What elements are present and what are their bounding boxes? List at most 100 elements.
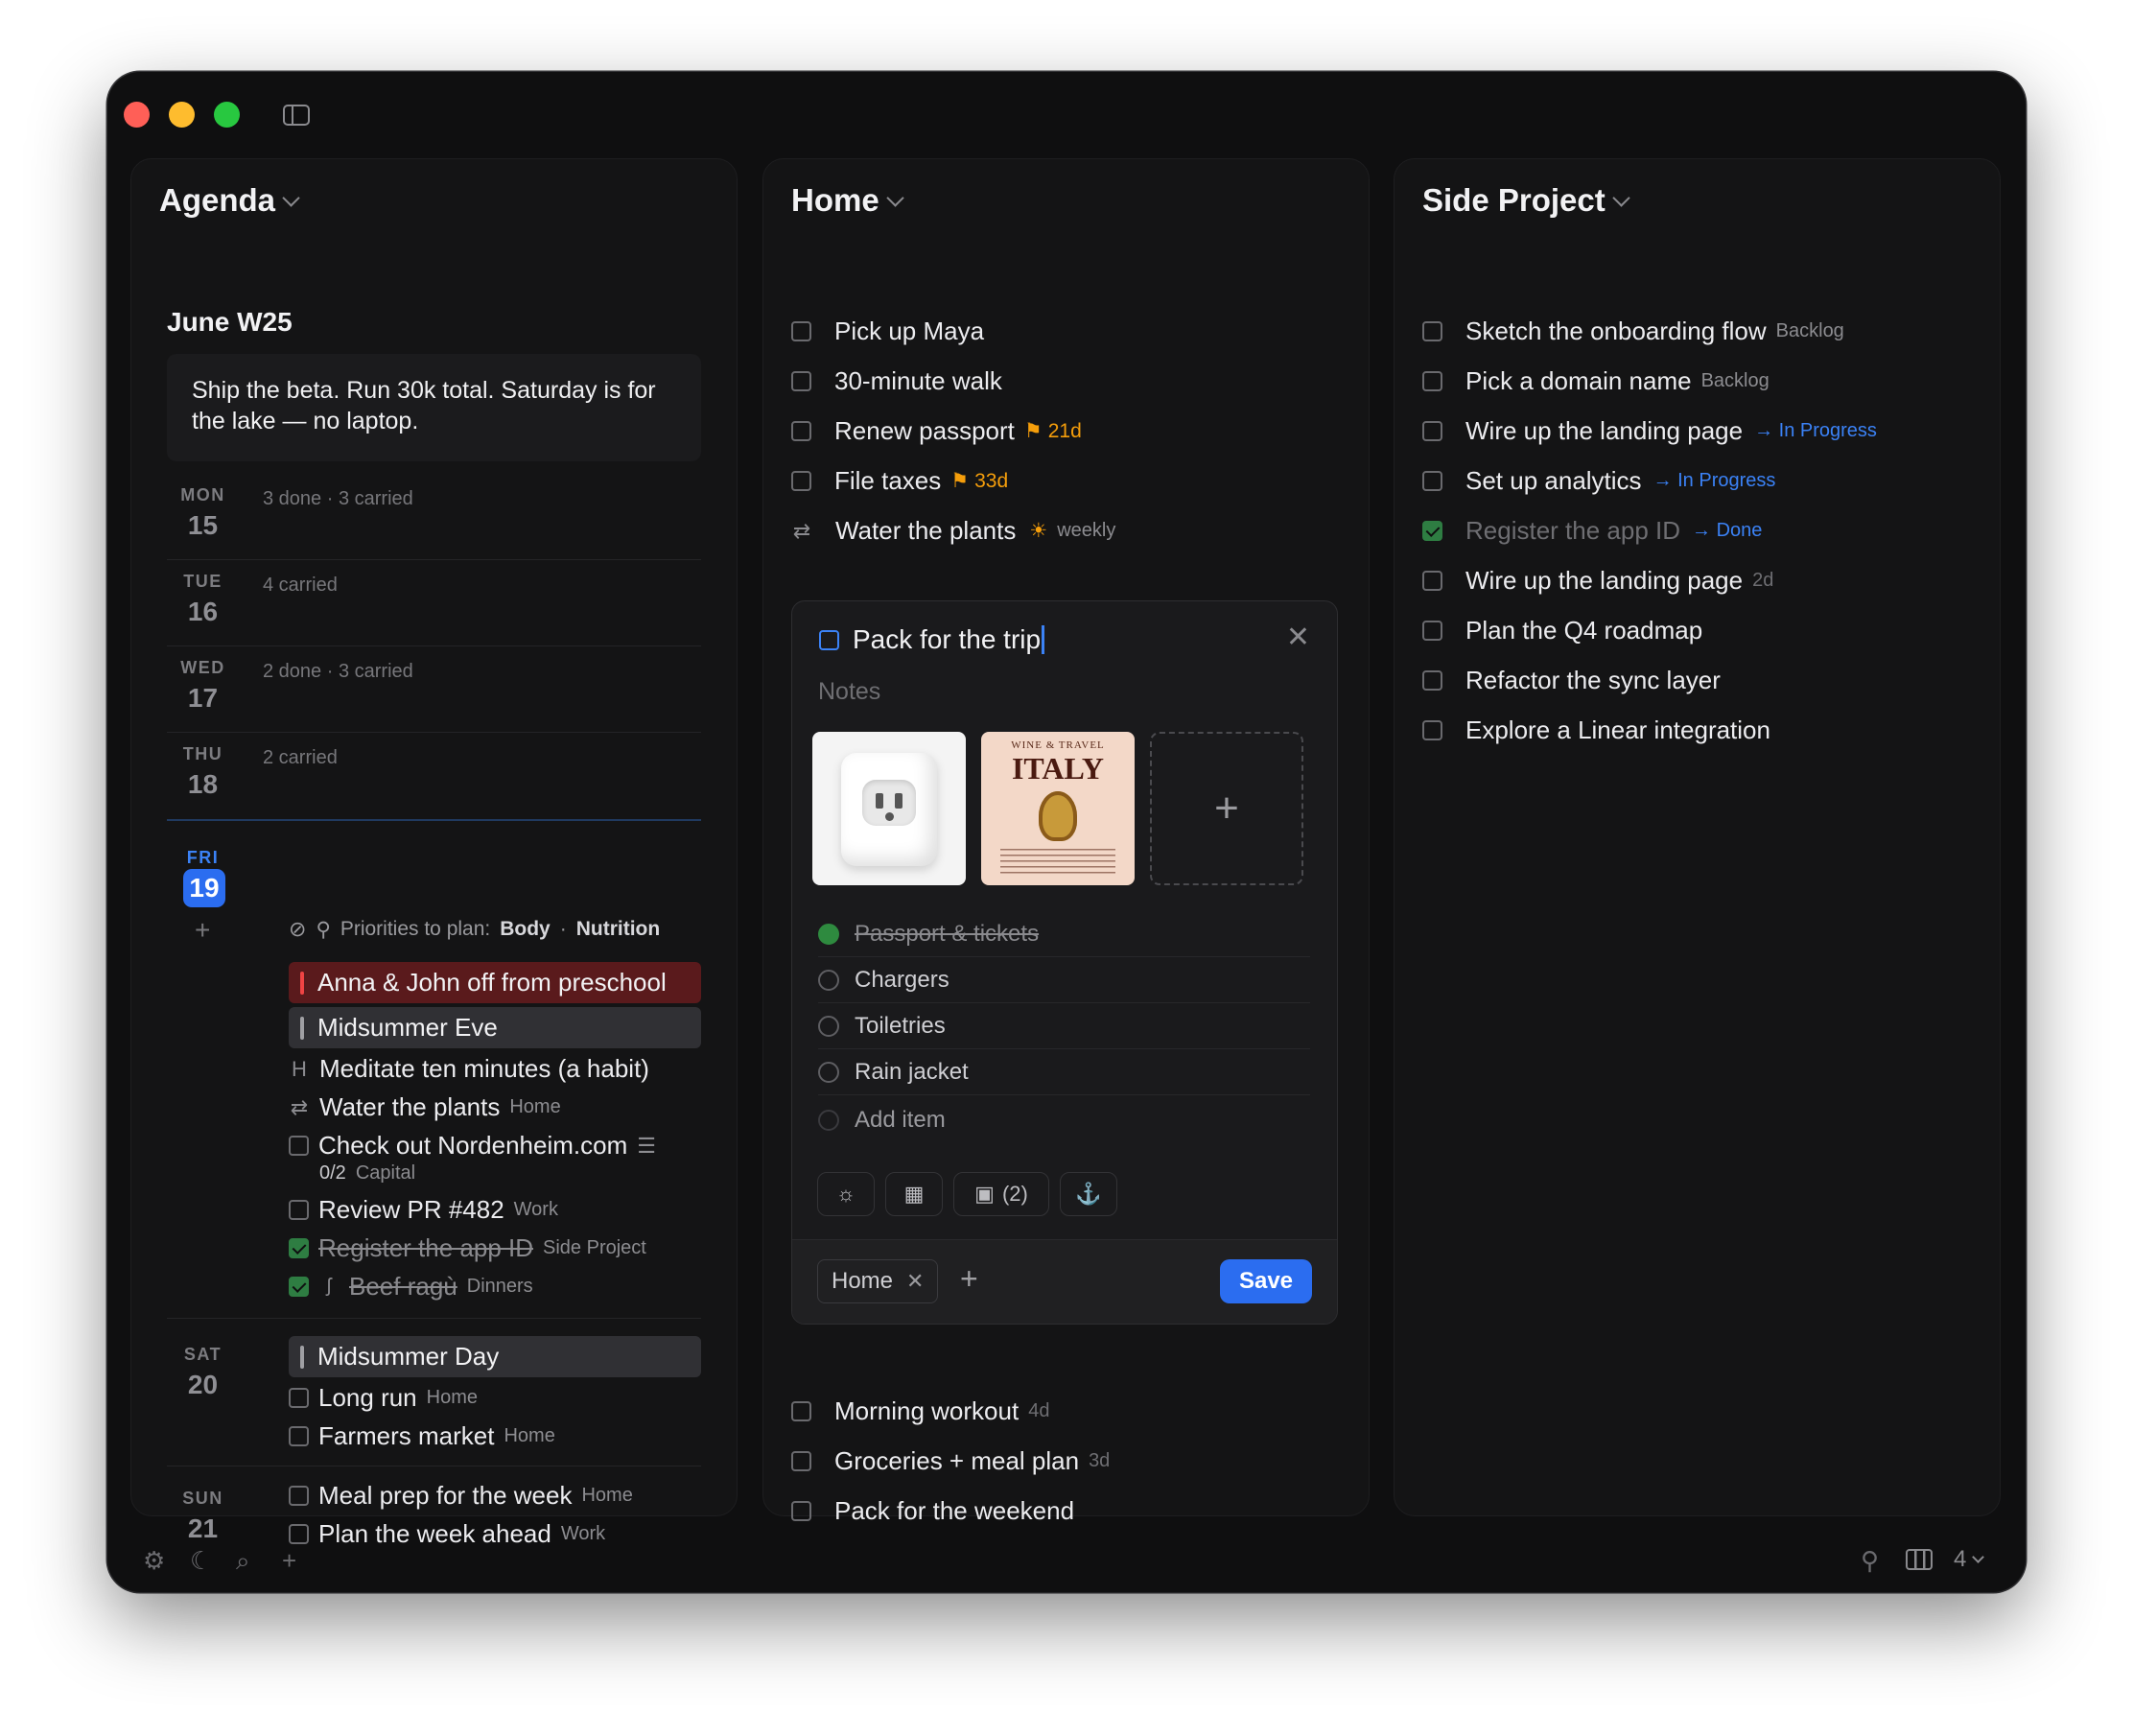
- task-row[interactable]: Explore a Linear integration: [1422, 716, 1770, 745]
- subtask-row[interactable]: Chargers: [818, 957, 1310, 1003]
- task-title-field[interactable]: Pack for the trip: [819, 624, 1044, 655]
- task-checkbox[interactable]: [289, 1388, 309, 1408]
- add-subtask-row[interactable]: Add item: [818, 1097, 1310, 1143]
- day-row-tue[interactable]: TUE 16 4 carried: [167, 560, 701, 646]
- subtask-row[interactable]: Toiletries: [818, 1003, 1310, 1049]
- subtask-radio[interactable]: [818, 969, 839, 991]
- subtask-row[interactable]: Rain jacket: [818, 1049, 1310, 1095]
- task-row[interactable]: 30-minute walk: [791, 366, 1002, 396]
- task-checkbox-checked[interactable]: [1422, 521, 1442, 541]
- close-window-button[interactable]: [124, 102, 150, 128]
- task-row[interactable]: Pick a domain name Backlog: [1422, 366, 1770, 396]
- add-list-icon[interactable]: +: [960, 1261, 978, 1297]
- task-checkbox[interactable]: [289, 1136, 309, 1156]
- zoom-window-button[interactable]: [214, 102, 240, 128]
- task-checkbox[interactable]: [289, 1200, 309, 1220]
- moon-icon[interactable]: ☾: [190, 1546, 212, 1576]
- task-checkbox[interactable]: [791, 1401, 811, 1421]
- priorities-line[interactable]: ⊘ ⚲ Priorities to plan: Body · Nutrition: [289, 917, 660, 942]
- attachment-image-book[interactable]: WINE & TRAVEL ITALY: [981, 732, 1135, 885]
- images-button[interactable]: ▣ (2): [953, 1172, 1049, 1216]
- task-row[interactable]: Renew passport ⚑ 21d: [791, 416, 1082, 446]
- task-row[interactable]: Check out Nordenheim.com ☰: [289, 1131, 656, 1161]
- task-checkbox[interactable]: [819, 629, 839, 650]
- calendar-event-gray[interactable]: Midsummer Day: [289, 1336, 701, 1377]
- task-checkbox[interactable]: [1422, 720, 1442, 740]
- subtask-radio-done[interactable]: [818, 923, 839, 945]
- task-checkbox[interactable]: [791, 1501, 811, 1521]
- day-row-wed[interactable]: WED 17 2 done · 3 carried: [167, 646, 701, 733]
- add-item-label[interactable]: Add item: [855, 1107, 946, 1134]
- calendar-event-gray[interactable]: Midsummer Eve: [289, 1007, 701, 1048]
- task-row[interactable]: Long run Home: [289, 1383, 478, 1413]
- home-title-dropdown[interactable]: Home: [791, 182, 904, 219]
- task-row[interactable]: Pick up Maya: [791, 317, 984, 346]
- task-row[interactable]: Plan the Q4 roadmap: [1422, 616, 1702, 645]
- sun-icon[interactable]: ☼: [817, 1172, 875, 1216]
- add-attachment-button[interactable]: +: [1150, 732, 1303, 885]
- task-row[interactable]: Plan the week ahead Work: [289, 1519, 605, 1549]
- task-row[interactable]: Register the app ID → Done: [1422, 516, 1762, 546]
- day-row-mon[interactable]: MON 15 3 done · 3 carried: [167, 476, 701, 560]
- minimize-window-button[interactable]: [169, 102, 195, 128]
- columns-icon[interactable]: [1906, 1549, 1933, 1570]
- task-row[interactable]: Pack for the weekend: [791, 1496, 1074, 1526]
- task-checkbox[interactable]: [1422, 670, 1442, 691]
- task-row[interactable]: Wire up the landing page 2d: [1422, 566, 1773, 596]
- search-icon[interactable]: ⌕: [236, 1546, 250, 1577]
- task-checkbox[interactable]: [1422, 571, 1442, 591]
- task-checkbox[interactable]: [1422, 371, 1442, 391]
- task-row[interactable]: ⇄ Water the plants ☀ weekly: [791, 516, 1116, 546]
- remove-chip-icon[interactable]: ✕: [906, 1269, 924, 1294]
- task-row[interactable]: Register the app ID Side Project: [289, 1233, 646, 1263]
- week-note[interactable]: Ship the beta. Run 30k total. Saturday i…: [167, 354, 701, 461]
- task-checkbox[interactable]: [1422, 421, 1442, 441]
- task-checkbox[interactable]: [791, 1451, 811, 1471]
- task-checkbox-checked[interactable]: [289, 1238, 309, 1258]
- subtask-row[interactable]: Passport & tickets: [818, 911, 1310, 957]
- habit-row[interactable]: H Meditate ten minutes (a habit): [289, 1054, 649, 1084]
- list-chip[interactable]: Home ✕: [817, 1259, 939, 1303]
- pin-icon[interactable]: ⚲: [1861, 1546, 1879, 1576]
- calendar-event-red[interactable]: Anna & John off from preschool: [289, 962, 701, 1003]
- gear-icon[interactable]: ⚙: [143, 1546, 165, 1576]
- task-checkbox[interactable]: [791, 321, 811, 341]
- task-row[interactable]: Sketch the onboarding flow Backlog: [1422, 317, 1844, 346]
- attachment-image-adapter[interactable]: [812, 732, 966, 885]
- task-row[interactable]: Refactor the sync layer: [1422, 666, 1721, 695]
- task-checkbox[interactable]: [1422, 621, 1442, 641]
- task-row[interactable]: Review PR #482 Work: [289, 1195, 558, 1225]
- sidebar-toggle-icon[interactable]: [283, 105, 310, 126]
- task-title-input[interactable]: Pack for the trip: [853, 624, 1041, 655]
- task-row[interactable]: ʃ Beef ragù Dinners: [289, 1272, 533, 1302]
- hidden-eye-icon[interactable]: ⊘: [289, 917, 306, 942]
- calendar-icon[interactable]: ▦: [885, 1172, 943, 1216]
- task-checkbox-checked[interactable]: [289, 1277, 309, 1297]
- task-checkbox[interactable]: [289, 1426, 309, 1446]
- save-button[interactable]: Save: [1220, 1259, 1312, 1303]
- task-checkbox[interactable]: [1422, 471, 1442, 491]
- task-row[interactable]: ⇄ Water the plants Home: [289, 1092, 561, 1122]
- task-checkbox[interactable]: [1422, 321, 1442, 341]
- anchor-icon[interactable]: ⚓: [1060, 1172, 1117, 1216]
- subtask-radio[interactable]: [818, 1061, 839, 1083]
- task-row[interactable]: Farmers market Home: [289, 1421, 555, 1451]
- add-icon[interactable]: +: [282, 1546, 296, 1576]
- add-task-friday-icon[interactable]: +: [195, 917, 210, 944]
- task-checkbox[interactable]: [791, 471, 811, 491]
- task-row[interactable]: Wire up the landing page → In Progress: [1422, 416, 1877, 446]
- task-checkbox[interactable]: [791, 421, 811, 441]
- close-icon[interactable]: ✕: [1286, 621, 1310, 654]
- task-row[interactable]: Set up analytics → In Progress: [1422, 466, 1775, 496]
- task-row[interactable]: Morning workout 4d: [791, 1396, 1049, 1426]
- task-row[interactable]: File taxes ⚑ 33d: [791, 466, 1008, 496]
- task-row[interactable]: Groceries + meal plan 3d: [791, 1446, 1110, 1476]
- task-checkbox[interactable]: [289, 1486, 309, 1506]
- side-project-title-dropdown[interactable]: Side Project: [1422, 182, 1630, 219]
- task-row[interactable]: Meal prep for the week Home: [289, 1481, 633, 1511]
- subtask-radio[interactable]: [818, 1015, 839, 1037]
- task-checkbox[interactable]: [289, 1524, 309, 1544]
- day-row-thu[interactable]: THU 18 2 carried: [167, 733, 701, 819]
- agenda-title-dropdown[interactable]: Agenda: [159, 182, 300, 219]
- column-count-dropdown[interactable]: 4: [1954, 1546, 1985, 1573]
